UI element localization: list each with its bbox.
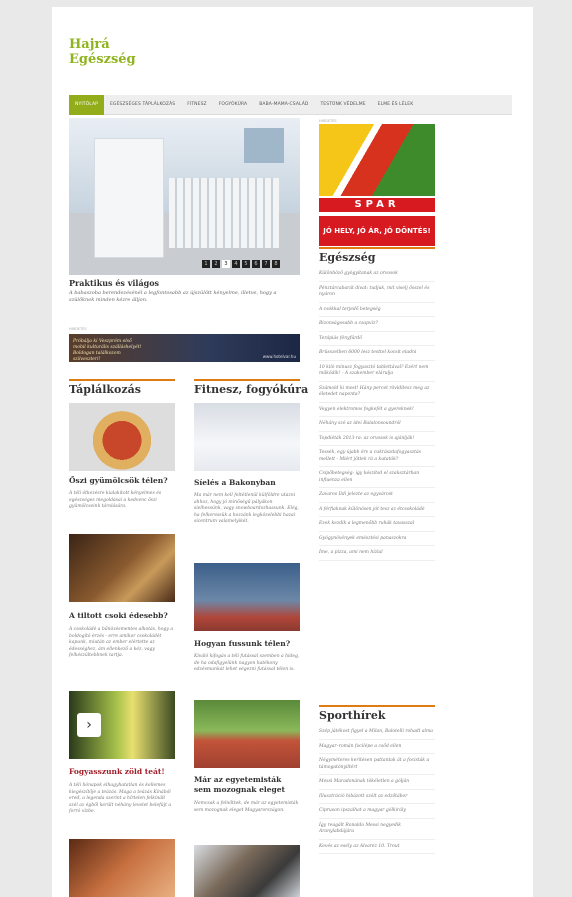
sidebar-link[interactable]: Íme, a pizza, ami nem hízlal <box>319 546 435 561</box>
sidebar-link[interactable]: Néhány szó az idei Balatonsoundról <box>319 417 435 432</box>
article-desc: A csokoládé a bűnözésmentes alkotás, hog… <box>69 627 173 658</box>
page: Hajrá Egészség NYITÓLAP EGÉSZSÉGES TÁPLÁ… <box>52 7 533 897</box>
sidebar-link[interactable]: Illusztráció hibázott szólt az edzőtábor <box>319 790 435 804</box>
sidebar-link[interactable]: Pénztárcabarát divat: tudjuk, mit viselj… <box>319 282 435 303</box>
track-thumbnail[interactable] <box>194 700 300 768</box>
spar-slogan: JÓ HELY, JÓ ÁR, JÓ DÖNTÉS! <box>319 216 435 246</box>
chocolate-thumbnail[interactable] <box>69 534 175 602</box>
sidebar-link[interactable]: Tessék, egy újabb érv a cukrászdafogyasz… <box>319 446 435 467</box>
article-title[interactable]: Már az egyetemisták sem mozognak eleget <box>194 775 300 795</box>
nav-item-nyitolap[interactable]: NYITÓLAP <box>69 94 104 115</box>
apples-thumbnail[interactable] <box>69 403 175 471</box>
sidebar-link[interactable]: Magyar–román focilépe a csőd ellen <box>319 740 435 754</box>
portrait-thumbnail[interactable] <box>69 839 175 897</box>
sidebar-link[interactable]: Vegyen elektromos fogkefét a gyereknek! <box>319 403 435 417</box>
nav-item-egeszseges-taplalkozas[interactable]: EGÉSZSÉGES TÁPLÁLKOZÁS <box>104 95 181 115</box>
sidebar-link[interactable]: Kevés az esély az Alvarez 10. Trout <box>319 840 435 854</box>
logo-line-2: Egészség <box>69 52 136 67</box>
sidebar-link[interactable]: Gyógynövények emésztési panaszokra <box>319 532 435 546</box>
sidebar-link[interactable]: Zavaros Ildi jelezte az egyvárost <box>319 488 435 503</box>
article-title[interactable]: A tiltott csoki édesebb? <box>69 611 175 621</box>
sidebar-link[interactable]: Csípőbetegség: így készítsd el szaksztár… <box>319 467 435 488</box>
sidebar-link[interactable]: Brüsszelben 6000 lesz testtel kocsit ela… <box>319 346 435 361</box>
slider-page-button[interactable]: 4 <box>232 260 240 268</box>
article-title[interactable]: Őszi gyümölcsök télen? <box>69 476 175 486</box>
sidebar-link[interactable]: Négyméteres kerítésen pattantak át a foc… <box>319 754 435 775</box>
section-title-taplalkozas[interactable]: Táplálkozás <box>69 379 175 396</box>
banner-ad-url: www.hotelvar.hu <box>262 354 296 359</box>
site-logo[interactable]: Hajrá Egészség <box>69 37 136 67</box>
sport-link-list: Szép játékost figyel a Milan, Balotelli … <box>319 725 435 854</box>
vegetables-image <box>319 124 435 196</box>
spar-logo: SPAR <box>319 198 435 212</box>
sidebar-link[interactable]: Cipruson ipszalhat a magyar gólkirály <box>319 804 435 819</box>
slider-page-button[interactable]: 7 <box>262 260 270 268</box>
spar-ad[interactable]: SPAR JÓ HELY, JÓ ÁR, JÓ DÖNTÉS! <box>319 124 435 248</box>
logo-line-1: Hajrá <box>69 37 110 52</box>
article-desc: A téli hónapok elhagyhatatlan és kelleme… <box>69 783 172 814</box>
chevron-right-icon[interactable]: › <box>77 713 101 737</box>
article-desc: Kiváló kifogás a téli futással szemben a… <box>194 654 300 672</box>
section-title-sporthirek[interactable]: Sporthírek <box>319 705 435 722</box>
sidebar-link[interactable]: Messi Maradonának tökéletlen a gólján <box>319 775 435 790</box>
gym-thumbnail[interactable] <box>194 845 300 897</box>
sidebar-link[interactable]: Számold ki most! Hány percet rövidítesz … <box>319 382 435 403</box>
slider-pagination: 1 2 3 4 5 6 7 8 <box>202 260 280 268</box>
featured-slider-image[interactable] <box>69 118 300 275</box>
article-title[interactable]: Síelés a Bakonyban <box>194 478 300 488</box>
slider-page-button[interactable]: 6 <box>252 260 260 268</box>
sidebar-ad-label: HIRDETÉS <box>319 119 337 123</box>
slider-description: A babaszoba berendezésénél a legfontosab… <box>69 290 277 303</box>
egeszseg-link-list: Különböző gyógyítanak az orvosok Pénztárc… <box>319 267 435 561</box>
main-nav: NYITÓLAP EGÉSZSÉGES TÁPLÁLKOZÁS FITNESZ … <box>69 94 512 115</box>
sidebar-link[interactable]: Topdiéták 2013-ra: az orvosok is ajánljá… <box>319 432 435 446</box>
nav-item-testunk-vedelme[interactable]: TESTÜNK VÉDELME <box>314 95 371 115</box>
section-title-fitnesz[interactable]: Fitnesz, fogyókúra <box>194 379 308 396</box>
nav-item-baba-mama-csalad[interactable]: BABA-MAMA-CSALÁD <box>253 95 314 115</box>
article-desc: Nemcsak a felnőttek, de már az egyetemis… <box>194 801 299 813</box>
sidebar-link[interactable]: Terápiás fényfürdő <box>319 332 435 346</box>
article-title[interactable]: Hogyan fussunk télen? <box>194 639 300 649</box>
slider-page-button-active[interactable]: 3 <box>222 260 230 268</box>
green-tea-thumbnail[interactable]: › <box>69 691 175 759</box>
sidebar-link[interactable]: Szép játékost figyel a Milan, Balotelli … <box>319 725 435 740</box>
slider-page-button[interactable]: 1 <box>202 260 210 268</box>
slider-crib <box>169 178 279 248</box>
article-title[interactable]: Fogyasszunk zöld teát! <box>69 767 175 777</box>
slider-cabinet <box>94 138 164 258</box>
nav-item-fogyokura[interactable]: FOGYÓKÚRA <box>213 95 254 115</box>
article-desc: Ma már nem kell feltétlenül külföldre ut… <box>194 493 299 524</box>
section-title-egeszseg[interactable]: Egészség <box>319 247 435 264</box>
slider-page-button[interactable]: 8 <box>272 260 280 268</box>
slider-picture-frame <box>244 128 284 163</box>
sidebar-link[interactable]: Ezek kezdik a legmenőbb ruhák tavasszal <box>319 517 435 532</box>
sidebar-link[interactable]: Így reagált Ronaldo Messi negyedik Arany… <box>319 819 435 840</box>
article-desc: A téli étkezésre kialakított kényelmes é… <box>69 491 162 509</box>
skiing-thumbnail[interactable] <box>194 403 300 471</box>
running-thumbnail[interactable] <box>194 563 300 631</box>
slider-title[interactable]: Praktikus és világos <box>69 278 159 288</box>
slider-page-button[interactable]: 5 <box>242 260 250 268</box>
slider-page-button[interactable]: 2 <box>212 260 220 268</box>
sidebar-link[interactable]: A csókkal terjedő betegség <box>319 303 435 317</box>
banner-ad-text: Próbálja ki Veszprém első mobil kulturál… <box>73 339 142 362</box>
sidebar-link[interactable]: Bizonságosabb a csapvíz? <box>319 317 435 332</box>
hotel-banner-ad[interactable]: Próbálja ki Veszprém első mobil kulturál… <box>69 334 300 362</box>
sidebar-link[interactable]: 10 kiló mínusz fogyasztó tablettával? Ez… <box>319 361 435 382</box>
ad-label: HIRDETÉS <box>69 327 87 331</box>
nav-item-fitnesz[interactable]: FITNESZ <box>181 95 213 115</box>
sidebar-link[interactable]: A férfiaknak különösen jót tesz az étcso… <box>319 503 435 517</box>
sidebar-link[interactable]: Különböző gyógyítanak az orvosok <box>319 267 435 282</box>
nav-item-elme-es-lelek[interactable]: ELME ÉS LÉLEK <box>372 95 420 115</box>
